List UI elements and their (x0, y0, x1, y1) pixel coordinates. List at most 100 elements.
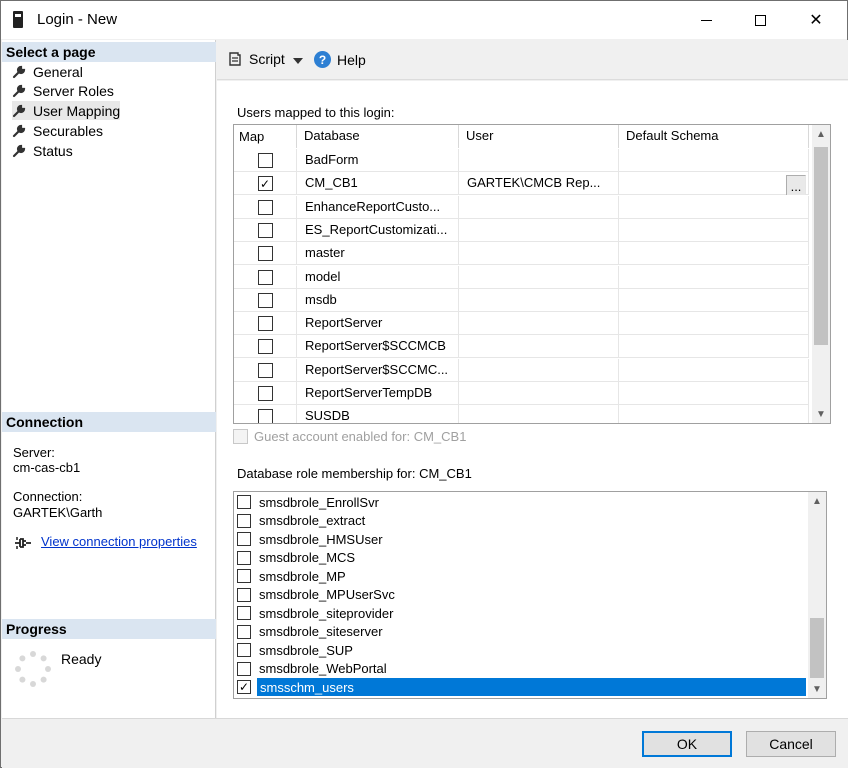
role-item[interactable]: smsdbrole_MP (236, 567, 806, 585)
table-row[interactable]: BadForm (234, 149, 809, 172)
database-cell[interactable]: ReportServer (297, 312, 459, 336)
column-default-schema[interactable]: Default Schema (619, 125, 809, 148)
database-cell[interactable]: ES_ReportCustomizati... (297, 218, 459, 242)
maximize-button[interactable] (737, 1, 783, 39)
database-cell[interactable]: ReportServer$SCCMCB (297, 335, 459, 359)
role-checkbox[interactable] (237, 569, 251, 583)
user-cell[interactable] (459, 242, 619, 266)
default-schema-cell[interactable] (619, 335, 809, 359)
database-cell[interactable]: ReportServer$SCCMC... (297, 358, 459, 382)
role-checkbox[interactable] (237, 661, 251, 676)
default-schema-cell[interactable] (619, 312, 809, 336)
user-cell[interactable] (459, 195, 619, 219)
database-cell[interactable]: model (297, 265, 459, 289)
role-checkbox[interactable] (237, 513, 251, 528)
table-row[interactable]: SUSDB (234, 405, 809, 423)
column-map[interactable]: Map (234, 125, 297, 148)
close-button[interactable]: ✕ (793, 1, 839, 39)
scroll-up-icon[interactable]: ▲ (808, 492, 826, 510)
map-checkbox[interactable] (257, 153, 273, 168)
role-item[interactable]: smsdbrole_extract (236, 512, 806, 530)
table-row[interactable]: ReportServer (234, 312, 809, 336)
table-row[interactable]: ReportServer$SCCMCB (234, 335, 809, 359)
column-database[interactable]: Database (297, 125, 459, 148)
database-cell[interactable]: BadForm (297, 149, 459, 172)
role-item[interactable]: smsdbrole_MPUserSvc (236, 586, 806, 604)
role-checkbox[interactable] (237, 495, 251, 509)
user-cell[interactable] (459, 288, 619, 312)
default-schema-cell[interactable] (619, 242, 809, 266)
browse-schema-button[interactable]: ... (786, 175, 806, 196)
role-item[interactable]: smsdbrole_MCS (236, 549, 806, 567)
map-checkbox[interactable] (257, 409, 273, 423)
role-item[interactable]: smsdbrole_EnrollSvr (236, 493, 806, 511)
scrollbar-thumb[interactable] (810, 618, 824, 678)
cancel-button[interactable]: Cancel (746, 731, 836, 757)
default-schema-cell[interactable] (619, 288, 809, 312)
map-checkbox[interactable] (257, 222, 273, 238)
database-cell[interactable]: master (297, 242, 459, 266)
ok-button[interactable]: OK (642, 731, 732, 757)
database-cell[interactable]: msdb (297, 288, 459, 312)
table-row[interactable]: msdb (234, 288, 809, 312)
default-schema-cell[interactable] (619, 265, 809, 289)
default-schema-cell[interactable] (619, 358, 809, 382)
user-cell[interactable] (459, 265, 619, 289)
user-cell[interactable] (459, 312, 619, 336)
scroll-down-icon[interactable]: ▼ (808, 680, 826, 698)
database-cell[interactable]: ReportServerTempDB (297, 382, 459, 405)
scroll-down-icon[interactable]: ▼ (812, 405, 830, 423)
role-checkbox[interactable] (237, 643, 251, 657)
help-button[interactable]: ? Help (314, 51, 366, 68)
table-row[interactable]: master (234, 242, 809, 266)
user-mapping-grid[interactable]: Map Database User Default Schema BadForm… (233, 124, 831, 424)
minimize-button[interactable] (683, 1, 729, 39)
default-schema-cell[interactable] (619, 405, 809, 423)
default-schema-cell[interactable] (619, 382, 809, 405)
page-item-status[interactable]: Status (12, 141, 73, 160)
role-checkbox[interactable] (237, 587, 251, 602)
role-checkbox[interactable] (237, 532, 251, 546)
script-dropdown[interactable] (293, 58, 303, 64)
page-item-general[interactable]: General (12, 62, 83, 81)
role-checkbox[interactable] (237, 624, 251, 639)
role-membership-list[interactable]: smsdbrole_EnrollSvr smsdbrole_extract smsd… (233, 491, 827, 699)
table-row[interactable]: EnhanceReportCusto... (234, 195, 809, 219)
role-item[interactable]: smsdbrole_WebPortal (236, 660, 806, 678)
role-scrollbar[interactable]: ▲ ▼ (808, 492, 826, 698)
user-cell[interactable] (459, 218, 619, 242)
table-row[interactable]: ReportServerTempDB (234, 382, 809, 405)
role-item[interactable]: smsdbrole_HMSUser (236, 530, 806, 548)
table-row[interactable]: model (234, 265, 809, 289)
user-cell[interactable] (459, 358, 619, 382)
role-item[interactable]: ✓ smsschm_users (236, 678, 806, 696)
user-cell[interactable] (459, 335, 619, 359)
role-checkbox[interactable]: ✓ (237, 680, 251, 694)
user-cell[interactable] (459, 405, 619, 423)
scroll-up-icon[interactable]: ▲ (812, 125, 830, 143)
map-checkbox[interactable] (257, 386, 273, 401)
page-item-securables[interactable]: Securables (12, 121, 103, 140)
view-connection-properties[interactable]: View connection properties (13, 533, 197, 549)
page-item-user-mapping[interactable]: User Mapping (12, 101, 121, 120)
map-checkbox[interactable] (257, 339, 273, 355)
map-checkbox[interactable] (257, 199, 273, 215)
role-item[interactable]: smsdbrole_siteprovider (236, 604, 806, 622)
table-row[interactable]: ES_ReportCustomizati... (234, 218, 809, 242)
default-schema-cell[interactable] (619, 149, 809, 172)
user-cell[interactable] (459, 382, 619, 405)
user-cell[interactable]: GARTEK\CMCB Rep... (459, 172, 619, 196)
database-cell[interactable]: EnhanceReportCusto... (297, 195, 459, 219)
map-checkbox[interactable]: ✓ (257, 176, 273, 192)
database-cell[interactable]: SUSDB (297, 405, 459, 423)
default-schema-cell[interactable] (619, 195, 809, 219)
column-user[interactable]: User (459, 125, 619, 148)
table-row[interactable]: ReportServer$SCCMC... (234, 358, 809, 382)
map-checkbox[interactable] (257, 246, 273, 262)
page-item-server-roles[interactable]: Server Roles (12, 81, 114, 100)
default-schema-cell[interactable] (619, 218, 809, 242)
map-checkbox[interactable] (257, 362, 273, 378)
script-button[interactable]: Script (227, 51, 285, 67)
grid-scrollbar[interactable]: ▲ ▼ (812, 125, 830, 423)
map-checkbox[interactable] (257, 316, 273, 332)
